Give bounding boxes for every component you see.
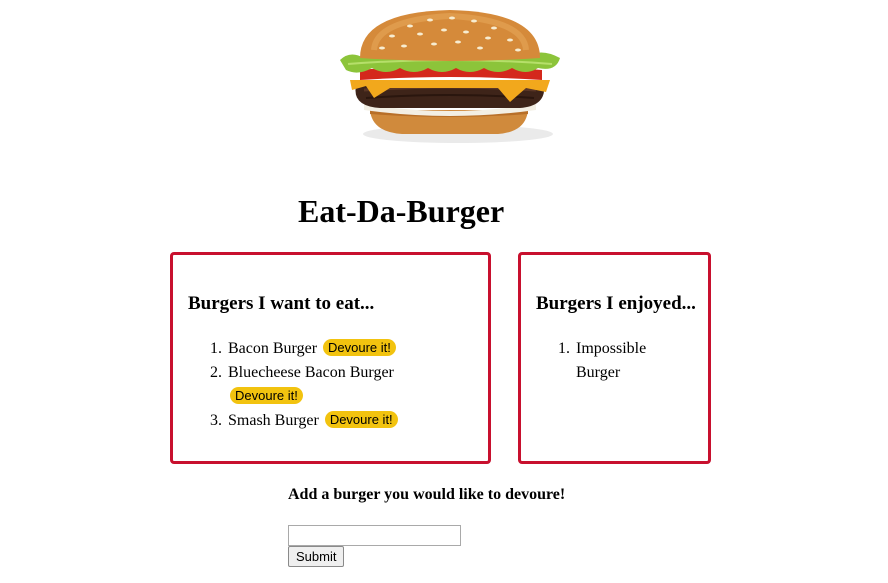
devour-button[interactable]: Devoure it! [324, 411, 398, 428]
submit-button[interactable]: Submit [288, 546, 345, 567]
page: Eat-Da-Burger Burgers I want to eat... 1… [0, 0, 888, 583]
list-number: 2. [210, 364, 222, 381]
list-item: 1. Bacon Burger Devoure it! [198, 337, 398, 361]
burger-name: Bacon Burger [228, 340, 318, 357]
burger-name: Bluecheese Bacon Burger [228, 364, 394, 381]
list-number: 3. [210, 412, 222, 429]
enjoyed-heading: Burgers I enjoyed... [536, 293, 696, 314]
want-to-eat-card: Burgers I want to eat... 1. Bacon Burger… [170, 252, 491, 464]
list-item: 3. Smash Burger Devoure it! [198, 409, 398, 433]
list-number: 1. [210, 340, 222, 357]
hamburger-image [340, 10, 560, 143]
enjoyed-list: 1. Impossible Burger [546, 337, 666, 385]
add-burger-label: Add a burger you would like to devoure! [288, 486, 566, 503]
burger-name: Impossible Burger [576, 340, 647, 381]
burger-name: Smash Burger [228, 412, 319, 429]
enjoyed-card: Burgers I enjoyed... 1. Impossible Burge… [518, 252, 711, 464]
want-to-eat-list: 1. Bacon Burger Devoure it! 2. Bluechees… [198, 337, 398, 433]
list-item: 2. Bluecheese Bacon Burger Devoure it! [198, 361, 398, 409]
page-title: Eat-Da-Burger [298, 193, 505, 229]
want-to-eat-heading: Burgers I want to eat... [188, 293, 375, 314]
list-item: 1. Impossible Burger [546, 337, 666, 385]
devour-button[interactable]: Devoure it! [230, 387, 303, 404]
list-number: 1. [558, 340, 570, 357]
devour-button[interactable]: Devoure it! [323, 339, 396, 356]
burger-name-input[interactable] [288, 525, 461, 546]
